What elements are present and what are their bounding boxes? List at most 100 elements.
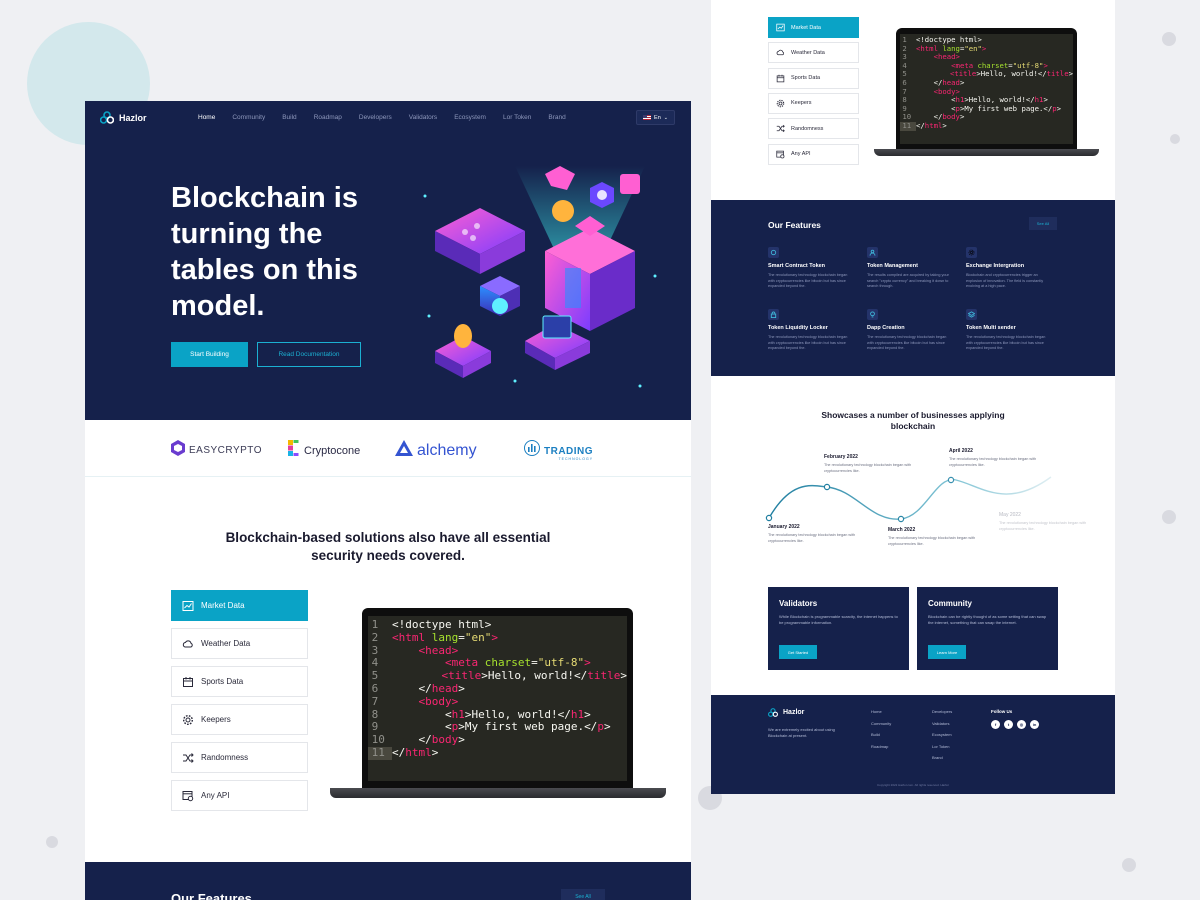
footer-link-ecosystem[interactable]: Ecosystem [932, 732, 952, 744]
milestone-january-2022: January 2022 The revolutionary technology… [768, 524, 858, 544]
brand-name: Hazlor [119, 112, 147, 123]
partner-cryptocone[interactable]: Cryptocone [288, 440, 360, 461]
see-all-button[interactable]: See All [561, 889, 605, 900]
code-token: > [1056, 103, 1062, 113]
footer-link-community[interactable]: Community [871, 721, 891, 733]
brand-logo[interactable]: Hazlor [99, 111, 147, 124]
start-building-button[interactable]: Start Building [171, 342, 248, 367]
cloud-icon [774, 47, 786, 59]
solutions-title: Blockchain-based solutions also have all… [225, 530, 551, 563]
tab-label: Any API [201, 791, 230, 800]
partner-trading-technology[interactable]: TRADING TECHNOLOGY [524, 440, 593, 461]
footer-link-home[interactable]: Home [871, 709, 891, 721]
tab-label: Keepers [201, 715, 231, 724]
tab-label: Weather Data [791, 49, 825, 56]
language-selector[interactable]: En ⌄ [636, 110, 675, 125]
milestone-month: March 2022 [888, 527, 916, 533]
tab-small-randomness[interactable]: Randomness [768, 118, 859, 140]
nav-link-community[interactable]: Community [232, 114, 265, 121]
feature-description: The revolutionary technology blockchain … [966, 335, 1046, 350]
shuffle-icon [182, 752, 194, 764]
learn-more-button[interactable]: Learn More [928, 645, 966, 659]
milestone-april-2022: April 2022 The revolutionary technology b… [949, 448, 1039, 468]
laptop-screen: 1 <!doctype html> 2 <html lang = "en" >3 <head… [896, 28, 1077, 149]
nav-link-roadmap[interactable]: Roadmap [314, 114, 342, 121]
tab-label: Market Data [201, 601, 245, 610]
instagram-icon[interactable]: ◎ [1017, 720, 1026, 729]
feature-name: Exchange Intergration [966, 263, 1025, 269]
tab-label: Sports Data [791, 75, 821, 82]
tab-small-market-data[interactable]: Market Data [768, 17, 859, 38]
decorative-dot [1162, 510, 1176, 524]
tab-any-api[interactable]: Any API [171, 780, 308, 811]
cryptocone-logo-icon [288, 440, 300, 461]
tab-weather-data[interactable]: Weather Data [171, 628, 308, 659]
code-token: > [458, 681, 465, 695]
tab-small-weather-data[interactable]: Weather Data [768, 42, 859, 64]
gear-icon [182, 714, 194, 726]
feature-description: Blockchain and cryptocurrencies trigger … [966, 273, 1044, 288]
nav-link-validators[interactable]: Validators [409, 114, 437, 121]
follow-us-label: Follow Us [991, 709, 1013, 714]
tab-sports-data[interactable]: Sports Data [171, 666, 308, 697]
nav-link-ecosystem[interactable]: Ecosystem [454, 114, 486, 121]
tab-keepers[interactable]: Keepers [171, 704, 308, 735]
code-token: >Hello, world!</ [976, 69, 1047, 79]
user-icon [867, 247, 878, 258]
twitter-icon[interactable]: t [1004, 720, 1013, 729]
line-number: 7 [371, 694, 379, 708]
code-token: <!doctype html> [392, 618, 492, 631]
footer-link-build[interactable]: Build [871, 732, 891, 744]
tab-randomness[interactable]: Randomness [171, 742, 308, 773]
calendar-icon [774, 72, 786, 84]
hero-title: Blockchain is turning the tables on this… [171, 182, 358, 322]
tab-small-sports-data[interactable]: Sports Data [768, 67, 859, 89]
code-token: title [1046, 69, 1069, 79]
tab-market-data[interactable]: Market Data [171, 590, 308, 621]
tab-label: Market Data [791, 24, 821, 31]
code-token: > [458, 733, 465, 747]
see-all-button[interactable]: See All [1029, 217, 1057, 230]
nav-link-build[interactable]: Build [282, 114, 296, 121]
code-token: <html [392, 630, 426, 644]
feature-smart-contract-token: Smart Contract Token The revolutionary te… [768, 247, 854, 290]
decorative-dot [46, 836, 58, 848]
footer-link-lor-token[interactable]: Lor Token [932, 744, 952, 756]
nav-link-home[interactable]: Home [198, 114, 215, 121]
facebook-icon[interactable]: f [991, 720, 1000, 729]
laptop-base [874, 149, 1099, 156]
tab-small-keepers[interactable]: Keepers [768, 92, 859, 114]
footer-link-validators[interactable]: Validators [932, 721, 952, 733]
landing-page-preview: Hazlor Home Community Build Roadmap Develope… [85, 101, 691, 900]
code-token: > [431, 745, 439, 759]
linkedin-icon[interactable]: in [1030, 720, 1039, 729]
cloud-icon [182, 638, 194, 650]
code-token: > [491, 630, 498, 644]
footer-link-brand[interactable]: Brand [932, 755, 952, 767]
code-editor: 1 <!doctype html> 2 <html lang = "en" >3 <head… [900, 34, 1073, 144]
code-token: html [924, 120, 943, 130]
feature-name: Token Liquidity Locker [768, 325, 828, 331]
nav-link-lor-token[interactable]: Lor Token [503, 114, 531, 121]
code-token: > [959, 112, 965, 122]
shuffle-icon [774, 123, 786, 135]
get-started-button[interactable]: Get Started [779, 645, 817, 659]
footer-link-roadmap[interactable]: Roadmap [871, 744, 891, 756]
code-token: lang [425, 630, 459, 644]
gear-icon [966, 247, 977, 258]
code-token: >My first web page.</ [458, 720, 598, 734]
partner-alchemy[interactable]: alchemy [395, 440, 477, 461]
partner-easycrypto[interactable]: EASYCRYPTO [171, 440, 262, 461]
card-validators: Validators While Blockchain is programmab… [768, 587, 909, 670]
tab-small-any-api[interactable]: Any API [768, 143, 859, 165]
timeline-node [947, 476, 955, 484]
milestone-february-2022: February 2022 The revolutionary technolog… [824, 454, 914, 474]
partner-name: alchemy [417, 441, 477, 459]
code-token: > [959, 77, 965, 87]
nav-link-brand[interactable]: Brand [548, 114, 565, 121]
read-documentation-button[interactable]: Read Documentation [257, 342, 361, 367]
page-continuation-preview: Market Data Weather Data Sports Data Keeper… [711, 0, 1115, 794]
footer-logo[interactable]: Hazlor [768, 708, 804, 717]
nav-link-developers[interactable]: Developers [359, 114, 392, 121]
footer-link-developers[interactable]: Developers [932, 709, 952, 721]
